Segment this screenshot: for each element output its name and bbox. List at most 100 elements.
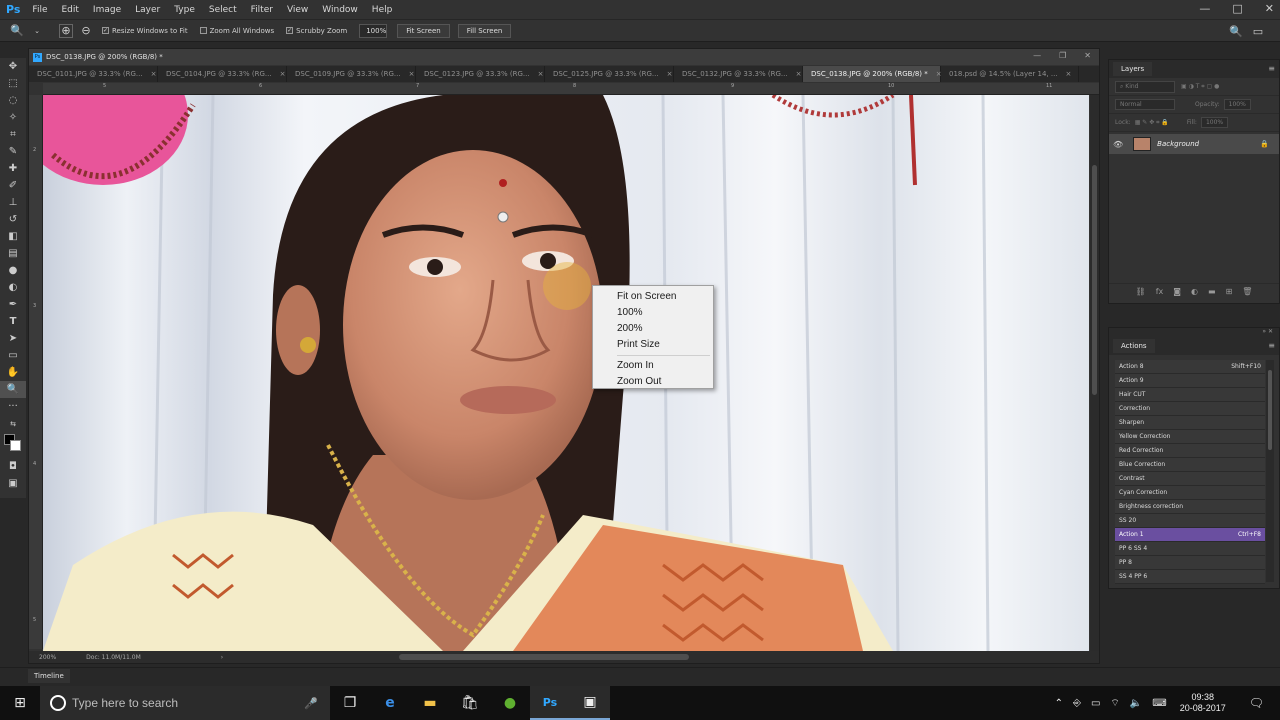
tab-close-icon[interactable]: × bbox=[409, 70, 415, 78]
layer-row-background[interactable]: 👁 Background 🔒 bbox=[1109, 134, 1279, 154]
tab-layers[interactable]: Layers bbox=[1113, 62, 1153, 76]
move-tool-icon[interactable]: ✥ bbox=[0, 58, 26, 75]
clock[interactable]: 09:38 20-08-2017 bbox=[1180, 692, 1226, 714]
tab-dsc-0123[interactable]: DSC_0123.JPG @ 33.3% (RG... × bbox=[416, 66, 545, 82]
menu-filter[interactable]: Filter bbox=[251, 5, 273, 15]
search-icon[interactable]: 🔍 bbox=[1229, 24, 1243, 38]
rectangle-tool-icon[interactable]: ▭ bbox=[0, 347, 26, 364]
background-color-icon[interactable] bbox=[10, 440, 21, 451]
minimize-button[interactable]: — bbox=[1199, 2, 1210, 15]
filter-icons[interactable]: ▣ ◑ T ⌗ ▢ ● bbox=[1181, 83, 1219, 91]
opacity-field[interactable]: 100% bbox=[1223, 99, 1251, 110]
ctx-zoom-out[interactable]: Zoom Out bbox=[593, 374, 713, 390]
action-item[interactable]: Contrast bbox=[1115, 472, 1265, 486]
marquee-tool-icon[interactable]: ⬚ bbox=[0, 75, 26, 92]
eraser-tool-icon[interactable]: ◧ bbox=[0, 228, 26, 245]
windows-start-icon[interactable]: ⊞ bbox=[0, 686, 40, 720]
delete-layer-icon[interactable]: 🗑 bbox=[1242, 287, 1252, 296]
tab-close-icon[interactable]: × bbox=[667, 70, 673, 78]
photoshop-taskbar-icon[interactable]: Ps bbox=[530, 686, 570, 720]
ctx-200-percent[interactable]: 200% bbox=[593, 321, 713, 337]
magic-wand-tool-icon[interactable]: ✧ bbox=[0, 109, 26, 126]
menu-file[interactable]: File bbox=[32, 5, 47, 15]
link-layers-icon[interactable]: ⛓ bbox=[1136, 287, 1146, 296]
ctx-100-percent[interactable]: 100% bbox=[593, 305, 713, 321]
doc-close-icon[interactable]: ✕ bbox=[1084, 51, 1091, 60]
brush-tool-icon[interactable]: ✐ bbox=[0, 177, 26, 194]
action-item[interactable]: Action 9 bbox=[1115, 374, 1265, 388]
tab-018-psd[interactable]: 018.psd @ 14.5% (Layer 14, ... × bbox=[941, 66, 1079, 82]
action-item[interactable]: Action 1 Ctrl+F8 bbox=[1115, 528, 1265, 542]
ctx-fit-on-screen[interactable]: Fit on Screen bbox=[593, 289, 713, 305]
pen-tool-icon[interactable]: ✒ bbox=[0, 296, 26, 313]
quick-mask-icon[interactable]: ◘ bbox=[0, 458, 26, 475]
fill-field[interactable]: 100% bbox=[1200, 117, 1229, 128]
file-explorer-icon[interactable]: ▬ bbox=[410, 686, 450, 720]
action-item[interactable]: SS 20 bbox=[1115, 514, 1265, 528]
tab-dsc-0125[interactable]: DSC_0125.JPG @ 33.3% (RG... × bbox=[545, 66, 674, 82]
tab-dsc-0132[interactable]: DSC_0132.JPG @ 33.3% (RG... × bbox=[674, 66, 803, 82]
new-group-icon[interactable]: ▬ bbox=[1208, 287, 1216, 296]
utorrent-icon[interactable]: ● bbox=[490, 686, 530, 720]
zoom-tool-active-icon[interactable]: 🔍 bbox=[0, 381, 26, 398]
store-icon[interactable]: 🛍 bbox=[450, 686, 490, 720]
zoom-percent-field[interactable]: 100% bbox=[359, 23, 388, 38]
status-zoom[interactable]: 200% bbox=[39, 654, 56, 661]
taskbar-search[interactable]: Type here to search 🎤 bbox=[40, 686, 330, 720]
crop-tool-icon[interactable]: ⌗ bbox=[0, 126, 26, 143]
menu-view[interactable]: View bbox=[287, 5, 308, 15]
ctx-print-size[interactable]: Print Size bbox=[593, 337, 713, 353]
edge-browser-icon[interactable]: e bbox=[370, 686, 410, 720]
image-canvas[interactable] bbox=[43, 95, 1089, 651]
tab-close-icon[interactable]: × bbox=[1066, 70, 1072, 78]
dodge-tool-icon[interactable]: ◐ bbox=[0, 279, 26, 296]
tab-close-icon[interactable]: × bbox=[796, 70, 802, 78]
zoom-all-windows-checkbox[interactable]: Zoom All Windows bbox=[199, 27, 274, 35]
menu-layer[interactable]: Layer bbox=[135, 5, 160, 15]
resize-windows-checkbox[interactable]: ✓ Resize Windows to Fit bbox=[102, 27, 188, 35]
menu-help[interactable]: Help bbox=[372, 5, 393, 15]
workspace-icon[interactable]: ▭ bbox=[1251, 24, 1265, 38]
tray-chevron-icon[interactable]: ⌃ bbox=[1055, 698, 1063, 709]
tab-timeline[interactable]: Timeline bbox=[28, 669, 70, 683]
zoom-in-icon[interactable]: ⊕ bbox=[59, 23, 73, 38]
fit-screen-button[interactable]: Fit Screen bbox=[397, 23, 450, 38]
horizontal-scroll-thumb[interactable] bbox=[399, 654, 689, 660]
more-tools-icon[interactable]: ··· bbox=[0, 398, 26, 415]
panel-menu-icon[interactable]: ≡ bbox=[1268, 64, 1275, 73]
lasso-tool-icon[interactable]: ◌ bbox=[0, 92, 26, 109]
hand-tool-icon[interactable]: ✋ bbox=[0, 364, 26, 381]
history-brush-tool-icon[interactable]: ↺ bbox=[0, 211, 26, 228]
eyedropper-tool-icon[interactable]: ✎ bbox=[0, 143, 26, 160]
cortana-icon[interactable] bbox=[50, 695, 66, 711]
actions-scrollbar[interactable] bbox=[1266, 360, 1274, 582]
path-selection-tool-icon[interactable]: ➤ bbox=[0, 330, 26, 347]
color-swatches[interactable] bbox=[0, 432, 26, 458]
layer-kind-filter[interactable]: ⌕ Kind bbox=[1115, 80, 1175, 93]
menu-image[interactable]: Image bbox=[93, 5, 121, 15]
action-item[interactable]: Sharpen bbox=[1115, 416, 1265, 430]
tab-actions[interactable]: Actions bbox=[1113, 339, 1155, 353]
status-arrow-icon[interactable]: › bbox=[221, 654, 223, 661]
add-mask-icon[interactable]: ◙ bbox=[1173, 287, 1181, 296]
tab-dsc-0104[interactable]: DSC_0104.JPG @ 33.3% (RG... × bbox=[158, 66, 287, 82]
doc-restore-icon[interactable]: ❐ bbox=[1059, 51, 1066, 60]
maximize-button[interactable]: □ bbox=[1232, 2, 1242, 15]
menu-window[interactable]: Window bbox=[322, 5, 358, 15]
menu-select[interactable]: Select bbox=[209, 5, 237, 15]
microphone-icon[interactable]: 🎤 bbox=[304, 697, 318, 710]
task-view-icon[interactable]: ❐ bbox=[330, 686, 370, 720]
keyboard-icon[interactable]: ⌨ bbox=[1152, 698, 1166, 709]
zoom-out-icon[interactable]: ⊖ bbox=[79, 24, 93, 38]
action-item[interactable]: Blue Correction bbox=[1115, 458, 1265, 472]
fill-screen-button[interactable]: Fill Screen bbox=[457, 23, 512, 38]
window-app-icon[interactable]: ▣ bbox=[570, 686, 610, 720]
panel-collapse-icon[interactable]: » ✕ bbox=[1109, 328, 1279, 337]
action-item[interactable]: Cyan Correction bbox=[1115, 486, 1265, 500]
tab-dsc-0109[interactable]: DSC_0109.JPG @ 33.3% (RG... × bbox=[287, 66, 416, 82]
tab-close-icon[interactable]: × bbox=[538, 70, 544, 78]
wifi-icon[interactable]: ⌔ bbox=[1110, 697, 1119, 710]
notifications-icon[interactable]: 🗨 bbox=[1249, 696, 1264, 710]
actions-scroll-thumb[interactable] bbox=[1268, 370, 1272, 450]
type-tool-icon[interactable]: T bbox=[0, 313, 26, 330]
